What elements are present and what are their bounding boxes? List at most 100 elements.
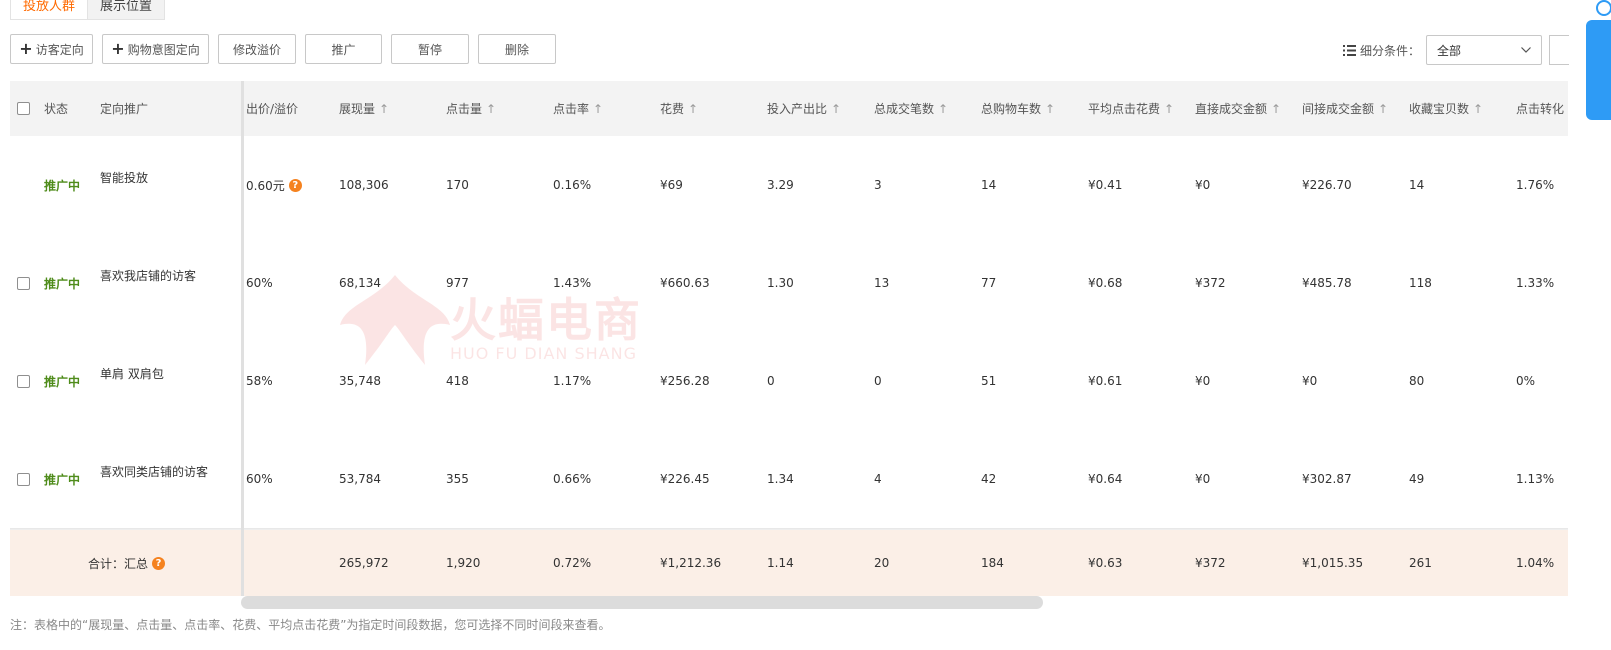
row-checkbox[interactable] <box>17 332 30 430</box>
header-col-1[interactable]: 点击量 ↑ <box>446 81 496 136</box>
table-cell: 977 <box>446 276 469 290</box>
table-cell: ¥0 <box>1195 178 1211 192</box>
table-cell: 1.76% <box>1516 178 1555 192</box>
help-icon[interactable]: ? <box>152 556 166 570</box>
table-cell: 14 <box>1409 178 1425 192</box>
table-cell: 0 <box>874 374 882 388</box>
table-cell: ¥0.41 <box>1088 178 1123 192</box>
table-cell: 418 <box>446 374 469 388</box>
header-col-7[interactable]: 平均点击花费 ↑ <box>1088 81 1174 136</box>
table-note: 注：表格中的“展现量、点击量、点击率、花费、平均点击花费”为指定时间段数据，您可… <box>10 618 611 632</box>
table-cell: ¥226.70 <box>1302 178 1352 192</box>
header-col-label: 平均点击花费 <box>1088 102 1161 116</box>
bid-value-text: 60% <box>246 276 273 290</box>
sort-arrow-icon[interactable]: ↑ <box>379 102 389 116</box>
bid-value[interactable]: 60% <box>246 234 273 332</box>
side-float-panel[interactable] <box>1586 20 1611 120</box>
total-cell: ¥1,212.36 <box>660 556 722 570</box>
sort-arrow-icon[interactable]: ↑ <box>1271 102 1281 116</box>
sort-arrow-icon[interactable]: ↑ <box>1164 102 1174 116</box>
header-col-label: 直接成交金额 <box>1195 102 1268 116</box>
sort-arrow-icon[interactable]: ↑ <box>486 102 496 116</box>
sort-arrow-icon[interactable]: ↑ <box>688 102 698 116</box>
sort-arrow-icon[interactable]: ↑ <box>593 102 603 116</box>
table-cell: 1.33% <box>1516 276 1555 290</box>
pause-button[interactable]: 暂停 <box>391 34 469 64</box>
table-cell: ¥0 <box>1302 374 1318 388</box>
header-col-4[interactable]: 投入产出比 ↑ <box>767 81 841 136</box>
header-bid: 出价/溢价 <box>246 102 299 116</box>
list-icon <box>1343 44 1356 56</box>
table-cell: 1.13% <box>1516 472 1555 486</box>
header-col-8[interactable]: 直接成交金额 ↑ <box>1195 81 1281 136</box>
table-cell: ¥302.87 <box>1302 472 1352 486</box>
total-cell: ¥1,015.35 <box>1302 556 1364 570</box>
plus-icon: + <box>19 39 33 58</box>
table-cell: 53,784 <box>339 472 381 486</box>
total-cell: 20 <box>874 556 890 570</box>
table-cell: ¥372 <box>1195 276 1226 290</box>
delete-button[interactable]: 删除 <box>478 34 556 64</box>
table-cell: 80 <box>1409 374 1425 388</box>
table-cell: 170 <box>446 178 469 192</box>
segment-filter-label: 细分条件： <box>1360 43 1421 58</box>
table-cell: 0 <box>767 374 775 388</box>
table-cell: ¥0 <box>1195 374 1211 388</box>
tab-audience[interactable]: 投放人群 <box>10 0 88 20</box>
total-cell: 0.72% <box>553 556 592 570</box>
purchase-intent-label: 购物意图定向 <box>127 42 200 57</box>
segment-select[interactable]: 全部 <box>1426 35 1543 65</box>
help-icon[interactable]: ? <box>288 178 302 192</box>
segment-select-value: 全部 <box>1437 43 1462 58</box>
frozen-column-divider <box>241 81 244 596</box>
horizontal-scrollbar[interactable] <box>241 596 1043 609</box>
header-col-0[interactable]: 展现量 ↑ <box>339 81 389 136</box>
bid-value[interactable]: 60% <box>246 430 273 528</box>
promote-button[interactable]: 推广 <box>305 34 382 64</box>
table-cell: 14 <box>981 178 997 192</box>
segment-filter: 细分条件： 全部 <box>1343 35 1543 65</box>
data-table: 状态 定向推广 出价/溢价 展现量 ↑ 点击量 ↑ 点击率 ↑ 花费 ↑ 投入产出比 ↑ 总成交笔数… <box>10 81 1568 596</box>
sort-arrow-icon[interactable]: ↑ <box>1473 102 1483 116</box>
sort-arrow-icon[interactable]: ↑ <box>1045 102 1055 116</box>
header-col-9[interactable]: 间接成交金额 ↑ <box>1302 81 1388 136</box>
help-dot-icon[interactable] <box>1596 0 1611 16</box>
sort-arrow-icon[interactable]: ↑ <box>1378 102 1388 116</box>
bid-value[interactable]: 0.60元? <box>246 136 302 234</box>
sort-arrow-icon[interactable]: ↑ <box>938 102 948 116</box>
visitor-target-button[interactable]: + 访客定向 <box>10 34 93 64</box>
header-col-label: 总购物车数 <box>981 102 1042 116</box>
table-cell: ¥0 <box>1195 472 1211 486</box>
sort-arrow-icon[interactable]: ↑ <box>831 102 841 116</box>
bid-value-text: 60% <box>246 472 273 486</box>
table-cell: 13 <box>874 276 890 290</box>
row-checkbox[interactable] <box>17 430 30 528</box>
select-all-checkbox[interactable] <box>17 81 30 136</box>
header-col-2[interactable]: 点击率 ↑ <box>553 81 603 136</box>
header-col-10[interactable]: 收藏宝贝数 ↑ <box>1409 81 1483 136</box>
date-picker-partial[interactable] <box>1549 35 1569 65</box>
header-col-3[interactable]: 花费 ↑ <box>660 81 698 136</box>
modify-premium-button[interactable]: 修改溢价 <box>218 34 296 64</box>
status-badge: 推广中 <box>44 472 81 487</box>
table-cell: ¥0.61 <box>1088 374 1123 388</box>
total-cell: 261 <box>1409 556 1432 570</box>
header-col-6[interactable]: 总购物车数 ↑ <box>981 81 1055 136</box>
header-col-label: 点击量 <box>446 102 483 116</box>
table-cell: 42 <box>981 472 997 486</box>
row-checkbox[interactable] <box>17 234 30 332</box>
tab-bar: 投放人群 展示位置 <box>10 0 166 20</box>
bid-value[interactable]: 58% <box>246 332 273 430</box>
total-cell: ¥372 <box>1195 556 1226 570</box>
header-col-5[interactable]: 总成交笔数 ↑ <box>874 81 948 136</box>
table-cell: 4 <box>874 472 882 486</box>
header-col-11[interactable]: 点击转化 <box>1516 81 1564 136</box>
table-cell: 118 <box>1409 276 1432 290</box>
tab-placement[interactable]: 展示位置 <box>87 0 166 20</box>
table-cell: ¥0.64 <box>1088 472 1123 486</box>
purchase-intent-button[interactable]: + 购物意图定向 <box>102 34 209 64</box>
table-cell: 68,134 <box>339 276 381 290</box>
status-badge: 推广中 <box>44 276 81 291</box>
table-cell: 1.43% <box>553 276 592 290</box>
status-badge: 推广中 <box>44 178 81 193</box>
